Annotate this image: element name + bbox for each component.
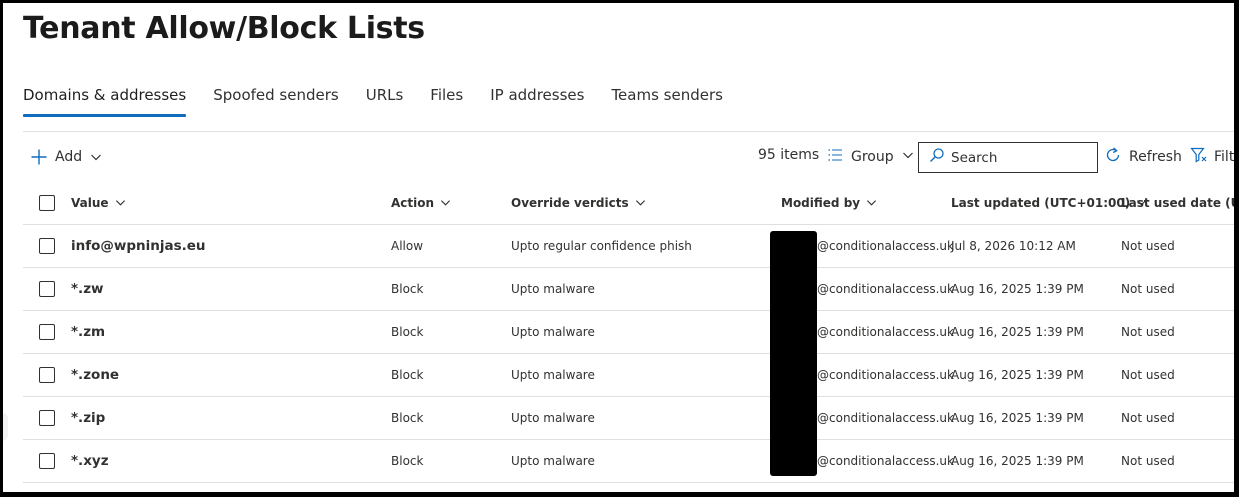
tab-domains-addresses[interactable]: Domains & addresses [23,81,187,117]
group-list-icon [827,147,843,167]
search-icon [929,147,945,168]
select-all-checkbox[interactable] [39,194,55,211]
cell-value[interactable]: *.zip [71,397,105,439]
tab-ip-addresses[interactable]: IP addresses [490,81,584,117]
refresh-label: Refresh [1129,149,1182,165]
search-box [918,142,1098,173]
cell-action: Allow [391,239,424,253]
column-header-modified-by[interactable]: Modified by [781,181,877,224]
table-row[interactable]: *.zm Block Upto malware @conditionalacce… [23,311,1234,354]
cell-value[interactable]: info@wpninjas.eu [71,225,206,267]
filter-label: Filt [1214,149,1234,165]
column-header-value[interactable]: Value [71,181,126,224]
column-header-last-used-date[interactable]: Last used date (UTC+ [1121,181,1234,224]
cell-action: Block [391,368,424,382]
row-checkbox[interactable] [39,410,55,426]
column-header-last-updated[interactable]: Last updated (UTC+01:00) [951,181,1147,224]
cell-override-verdict: Upto malware [511,368,595,382]
cell-modified-by: @conditionalaccess.uk [817,411,954,425]
refresh-icon [1104,146,1122,168]
cell-action: Block [391,282,424,296]
cell-value[interactable]: *.zone [71,354,119,396]
group-label: Group [851,149,894,165]
tab-urls[interactable]: URLs [366,81,404,117]
cell-modified-by: @conditionalaccess.uk [817,282,954,296]
cell-last-updated: Aug 16, 2025 1:39 PM [951,325,1084,339]
page-title: Tenant Allow/Block Lists [23,11,425,46]
cell-last-updated: Aug 16, 2025 1:39 PM [951,411,1084,425]
table-row[interactable]: *.zip Block Upto malware @conditionalacc… [23,397,1234,440]
chevron-down-icon [115,200,125,206]
column-header-action[interactable]: Action [391,181,451,224]
tabs-divider [23,131,1234,132]
tab-bar: Domains & addresses Spoofed senders URLs… [23,81,750,117]
cell-last-used: Not used [1121,239,1175,253]
table-row[interactable]: info@wpninjas.eu Allow Upto regular conf… [23,225,1234,268]
column-header-override-verdicts[interactable]: Override verdicts [511,181,646,224]
cell-value[interactable]: *.xyz [71,440,109,482]
plus-icon [30,148,48,166]
tab-teams-senders[interactable]: Teams senders [611,81,723,117]
table-header: Value Action Override verdicts Modified … [23,181,1234,225]
filter-icon [1190,146,1208,168]
cell-value[interactable]: *.zm [71,311,105,353]
cell-last-updated: Aug 16, 2025 1:39 PM [951,454,1084,468]
add-label: Add [55,149,83,165]
tab-files[interactable]: Files [430,81,463,117]
cell-override-verdict: Upto malware [511,282,595,296]
cell-modified-by: @conditionalaccess.uk [817,239,954,253]
cell-action: Block [391,325,424,339]
cell-modified-by: @conditionalaccess.uk [817,325,954,339]
entries-table: Value Action Override verdicts Modified … [23,181,1234,483]
cell-modified-by: @conditionalaccess.uk [817,454,954,468]
cell-action: Block [391,411,424,425]
cell-last-used: Not used [1121,411,1175,425]
cell-last-used: Not used [1121,282,1175,296]
scroll-edge-handle [3,413,8,441]
cell-last-used: Not used [1121,454,1175,468]
cell-value[interactable]: *.zw [71,268,104,310]
table-row[interactable]: *.zone Block Upto malware @conditionalac… [23,354,1234,397]
add-button[interactable]: Add [30,145,102,169]
cell-last-updated: Jul 8, 2026 10:12 AM [951,239,1076,253]
row-checkbox[interactable] [39,453,55,469]
refresh-button[interactable]: Refresh [1104,145,1182,169]
cell-override-verdict: Upto regular confidence phish [511,239,692,253]
cell-modified-by: @conditionalaccess.uk [817,368,954,382]
row-checkbox[interactable] [39,367,55,383]
cell-last-updated: Aug 16, 2025 1:39 PM [951,368,1084,382]
app-frame: Tenant Allow/Block Lists Domains & addre… [3,3,1234,492]
redaction-block [770,231,817,476]
tab-spoofed-senders[interactable]: Spoofed senders [213,81,338,117]
cell-override-verdict: Upto malware [511,454,595,468]
chevron-down-icon [635,200,645,206]
cell-last-updated: Aug 16, 2025 1:39 PM [951,282,1084,296]
row-checkbox[interactable] [39,281,55,297]
item-count: 95 items [758,147,820,163]
chevron-down-icon [90,151,102,163]
cell-action: Block [391,454,424,468]
table-row[interactable]: *.xyz Block Upto malware @conditionalacc… [23,440,1234,483]
cell-override-verdict: Upto malware [511,325,595,339]
chevron-down-icon [867,200,877,206]
cell-override-verdict: Upto malware [511,411,595,425]
table-row[interactable]: *.zw Block Upto malware @conditionalacce… [23,268,1234,311]
filter-button[interactable]: Filt [1190,145,1234,169]
row-checkbox[interactable] [39,238,55,254]
row-checkbox[interactable] [39,324,55,340]
search-input[interactable] [951,149,1081,166]
chevron-down-icon [902,149,914,165]
chevron-down-icon [441,200,451,206]
group-button[interactable]: Group [827,145,914,169]
cell-last-used: Not used [1121,325,1175,339]
cell-last-used: Not used [1121,368,1175,382]
